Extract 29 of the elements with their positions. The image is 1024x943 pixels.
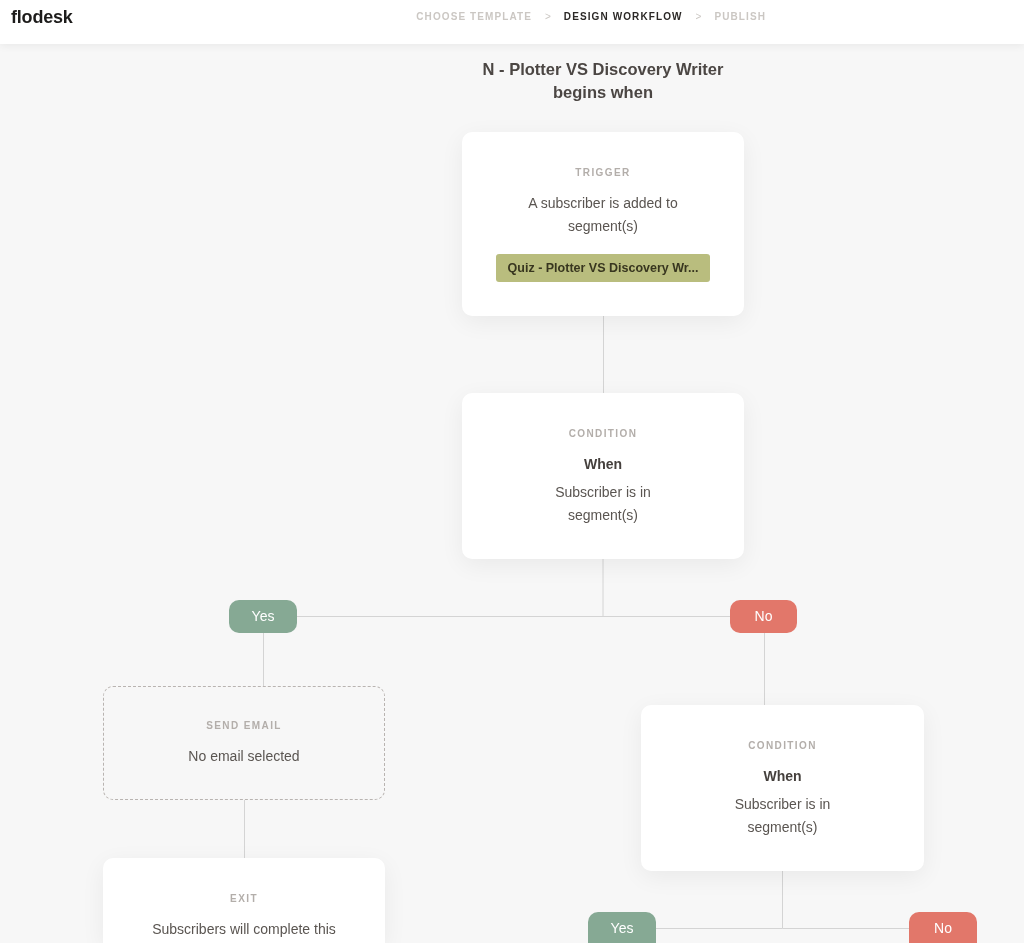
no-branch-tag: No [730, 600, 797, 633]
breadcrumb-separator: > [545, 10, 551, 24]
breadcrumb-separator: > [695, 10, 702, 24]
email-status-text: No email selected [188, 746, 300, 766]
connector-line [263, 632, 264, 687]
condition-description: Subscriber is in segment(s) [733, 794, 832, 837]
node-type-label: EXIT [230, 892, 258, 906]
condition-card[interactable]: CONDITION When Subscriber is in segment(s) [462, 393, 744, 559]
workflow-title: N - Plotter VS Discovery Writer begins when [481, 59, 725, 103]
condition-description: Subscriber is in segment(s) [554, 482, 652, 525]
trigger-description: A subscriber is added to segment(s) [527, 193, 679, 236]
yes-branch-tag: Yes [588, 912, 656, 943]
node-type-label: CONDITION [568, 427, 638, 441]
connector-line [244, 799, 245, 859]
node-type-label: TRIGGER [575, 166, 631, 180]
segment-tag: Quiz - Plotter VS Discovery Wr... [495, 253, 711, 282]
flodesk-logo[interactable]: flodesk [11, 6, 73, 28]
yes-branch-tag: Yes [229, 600, 297, 633]
node-type-label: SEND EMAIL [206, 719, 282, 733]
send-email-card[interactable]: SEND EMAIL No email selected [103, 686, 385, 800]
condition-card[interactable]: CONDITION When Subscriber is in segment(s) [641, 705, 924, 871]
condition-heading: When [763, 767, 802, 786]
exit-card[interactable]: EXIT Subscribers will complete this [103, 858, 385, 943]
no-branch-tag: No [909, 912, 977, 943]
condition-heading: When [583, 455, 623, 474]
node-type-label: CONDITION [748, 739, 817, 753]
breadcrumb-step[interactable]: DESIGN WORKFLOW [563, 6, 683, 28]
trigger-card[interactable]: TRIGGER A subscriber is added to segment(s) Quiz - Plotter VS Discovery Wr... [462, 132, 744, 316]
exit-description: Subscribers will complete this [152, 919, 336, 939]
